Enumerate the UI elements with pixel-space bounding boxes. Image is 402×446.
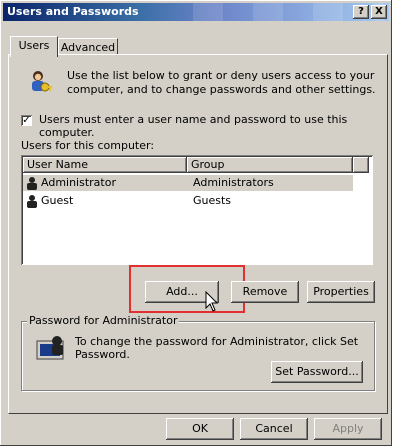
- users-list-label: Users for this computer:: [21, 139, 155, 152]
- password-text-line2: Password.: [75, 348, 130, 361]
- password-text-line1: To change the password for Administrator…: [75, 335, 359, 348]
- computer-user-icon: [36, 336, 64, 360]
- title-bar-decor: [163, 3, 383, 21]
- table-row[interactable]: Administrator Administrators: [23, 175, 353, 191]
- ok-button[interactable]: OK: [166, 418, 234, 440]
- cell-user-name: Administrator: [41, 176, 116, 189]
- help-button[interactable]: ?: [353, 5, 369, 19]
- column-header-group[interactable]: Group: [187, 157, 353, 173]
- properties-button[interactable]: Properties: [307, 281, 375, 303]
- window-title: Users and Passwords: [7, 5, 139, 18]
- intro-text-line1: Use the list below to grant or deny user…: [67, 69, 375, 82]
- column-header-filler: [353, 157, 369, 173]
- cell-group: Guests: [193, 194, 232, 207]
- users-tab-panel: Use the list below to grant or deny user…: [8, 54, 388, 414]
- users-and-passwords-window: Users and Passwords ? X Users Advanced U…: [0, 0, 392, 446]
- password-group-legend: Password for Administrator: [27, 314, 180, 327]
- remove-button[interactable]: Remove: [231, 281, 299, 303]
- intro-text-line2: computer, and to change passwords and ot…: [67, 83, 376, 96]
- cell-user-name: Guest: [41, 194, 74, 207]
- cell-group: Administrators: [193, 176, 274, 189]
- user-icon: [27, 195, 37, 208]
- close-button[interactable]: X: [371, 5, 387, 19]
- apply-button[interactable]: Apply: [314, 418, 382, 440]
- users-list-view[interactable]: User Name Group Administrator Administra…: [21, 155, 373, 265]
- set-password-button[interactable]: Set Password...: [271, 361, 363, 383]
- table-row[interactable]: Guest Guests: [23, 193, 353, 209]
- require-password-checkbox[interactable]: ✓: [21, 115, 32, 126]
- title-bar[interactable]: Users and Passwords ? X: [3, 3, 389, 21]
- users-keys-icon: [32, 71, 52, 92]
- column-header-username[interactable]: User Name: [23, 157, 187, 173]
- require-password-label[interactable]: Users must enter a user name and passwor…: [39, 113, 387, 139]
- user-icon: [27, 177, 37, 190]
- cancel-button[interactable]: Cancel: [240, 418, 308, 440]
- tab-users[interactable]: Users: [10, 36, 58, 57]
- mouse-cursor-icon: [205, 291, 219, 312]
